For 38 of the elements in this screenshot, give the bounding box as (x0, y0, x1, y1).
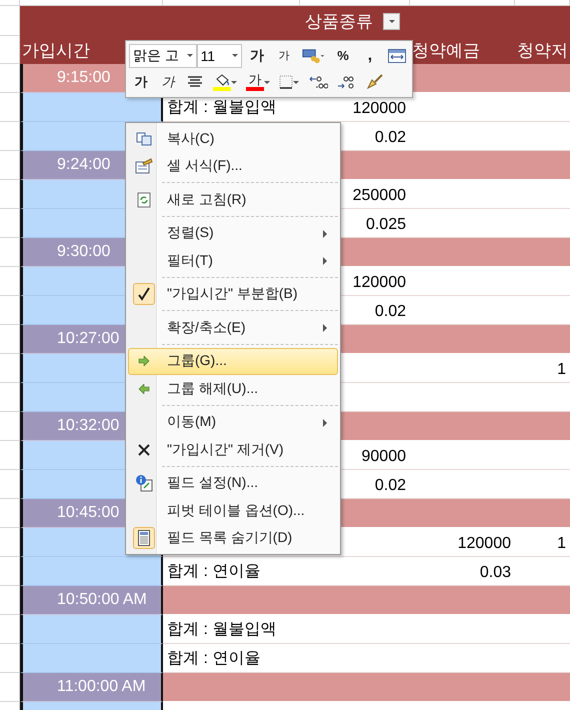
paint-bucket-icon (214, 74, 230, 87)
time-cell: 11:00:00 AM (20, 673, 163, 702)
dropdown-arrow-icon (264, 80, 270, 84)
bold-button[interactable]: 가 (129, 71, 153, 94)
money-icon (302, 46, 325, 65)
format-cells-icon (135, 158, 153, 174)
grow-font-button[interactable]: 가 (244, 44, 269, 67)
comma-button[interactable]: , (358, 44, 382, 67)
value-cell: 120000 (410, 528, 515, 557)
menu-item[interactable]: 그룹 해제(U)... (128, 375, 338, 402)
row-field-label: 가입시간 (21, 40, 90, 62)
font-size-field[interactable]: 11 (196, 44, 242, 68)
column-header: 청약저 (516, 40, 568, 62)
dropdown-arrow-icon (232, 54, 238, 58)
dropdown-arrow-icon (293, 80, 299, 84)
field-settings-icon (135, 474, 153, 492)
border-icon (279, 75, 293, 90)
label-cell: 합계 : 월불입액 (163, 615, 300, 644)
column-field-label: 상품종류 (305, 10, 373, 32)
left-arrow-icon (138, 384, 150, 394)
font-name-field[interactable]: 맑은 고 (129, 44, 197, 68)
refresh-icon (137, 192, 151, 208)
percent-button[interactable]: % (331, 44, 355, 67)
font-color-button[interactable]: 가 (243, 71, 273, 94)
dropdown-arrow-icon (186, 54, 193, 58)
copy-icon (136, 132, 152, 146)
dropdown-arrow-icon (231, 80, 237, 84)
field-list-icon (138, 530, 150, 546)
checkmark-icon (138, 287, 150, 302)
value-cell: 1 (515, 354, 570, 383)
time-cell: 10:50:00 AM (20, 586, 163, 615)
close-icon (137, 442, 151, 457)
right-arrow-icon (138, 356, 150, 366)
value-cell: 1 (515, 528, 570, 557)
shrink-font-button[interactable]: 가 (272, 44, 296, 67)
column-header: 청약예금 (411, 40, 480, 62)
filter-dropdown-button[interactable] (383, 12, 400, 30)
menu-item[interactable]: 그룹(G)... (128, 348, 338, 375)
